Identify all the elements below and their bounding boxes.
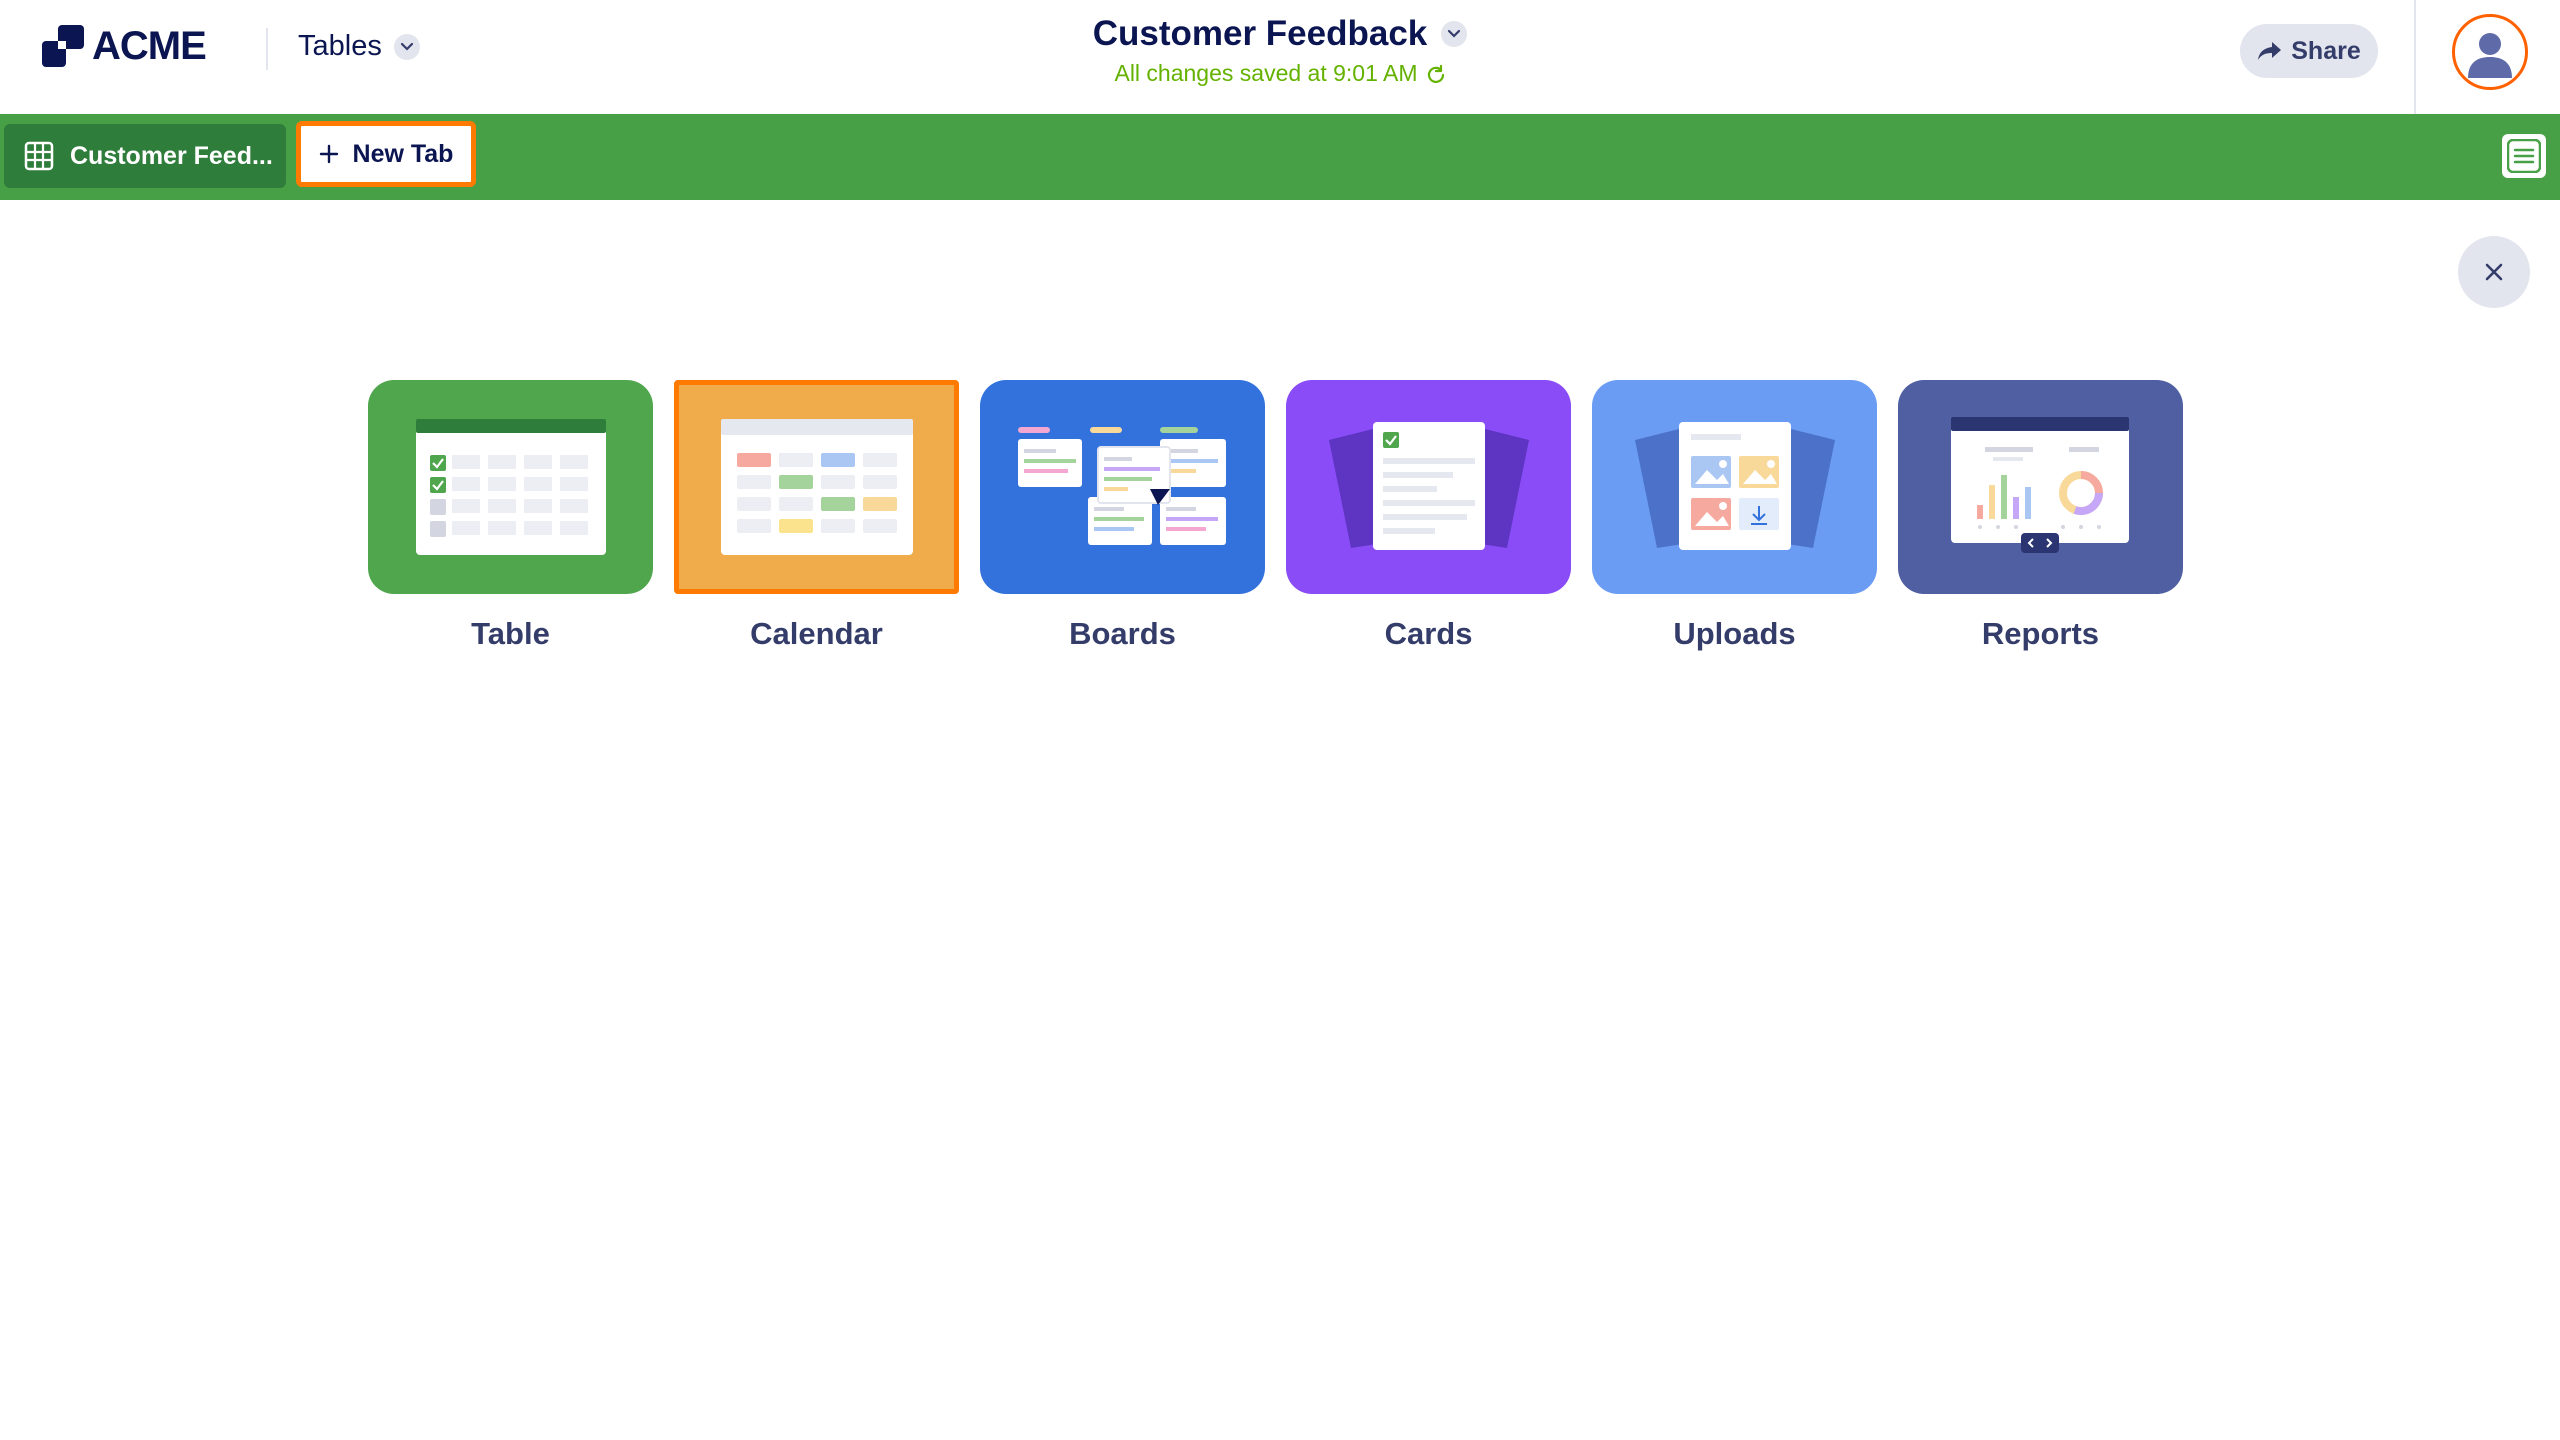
option-label: Table <box>471 616 550 651</box>
option-table[interactable]: Table <box>368 380 653 652</box>
plus-icon <box>319 144 338 164</box>
new-tab-button[interactable]: New Tab <box>296 121 476 187</box>
save-status-text: All changes saved at 9:01 AM <box>1114 60 1418 86</box>
chevron-down-icon <box>393 33 420 60</box>
title-chevron-down-icon[interactable] <box>1441 21 1468 47</box>
document-title[interactable]: Customer Feedback <box>1093 14 1428 54</box>
reports-icon <box>1950 417 2129 553</box>
product-label: Tables <box>298 30 382 62</box>
refresh-icon <box>1427 64 1444 83</box>
share-button[interactable]: Share <box>2240 24 2378 78</box>
acme-logo[interactable]: ACME <box>40 22 207 70</box>
acme-logo-icon <box>40 23 86 69</box>
boards-icon <box>1017 427 1226 545</box>
option-label: Cards <box>1384 616 1473 651</box>
grid-icon <box>24 141 54 171</box>
user-avatar[interactable] <box>2452 14 2528 90</box>
user-icon <box>2468 33 2512 78</box>
option-label: Boards <box>1069 616 1176 651</box>
option-boards[interactable]: Boards <box>980 380 1265 652</box>
tab-bar: Customer Feed... New Tab <box>0 114 2560 200</box>
view-type-options: Table Calendar Boards Cards Uploads Repo… <box>368 380 2183 652</box>
menu-button[interactable] <box>2502 134 2546 178</box>
table-icon <box>415 419 606 555</box>
cards-icon <box>1328 422 1529 550</box>
document-title-block: Customer Feedback All changes saved at 9… <box>1000 14 1560 87</box>
tab-label: Customer Feed... <box>70 141 273 170</box>
calendar-card <box>674 380 959 594</box>
uploads-card <box>1592 380 1877 594</box>
close-button[interactable] <box>2458 236 2530 308</box>
boards-card <box>980 380 1265 594</box>
header-divider <box>266 28 268 70</box>
option-cards[interactable]: Cards <box>1286 380 1571 652</box>
share-label: Share <box>2291 36 2361 65</box>
save-status: All changes saved at 9:01 AM <box>1000 60 1560 87</box>
option-label: Uploads <box>1673 616 1796 651</box>
option-label: Calendar <box>750 616 883 651</box>
close-icon <box>2485 263 2503 281</box>
tab-customer-feedback[interactable]: Customer Feed... <box>4 124 286 188</box>
option-label: Reports <box>1981 616 2100 651</box>
share-icon <box>2258 42 2282 60</box>
brand-name: ACME <box>92 23 207 68</box>
table-card <box>368 380 653 594</box>
product-switcher[interactable]: Tables <box>298 30 420 63</box>
option-uploads[interactable]: Uploads <box>1592 380 1877 652</box>
option-calendar[interactable]: Calendar <box>674 380 959 652</box>
top-header: ACME Tables Customer Feedback All change… <box>0 0 2560 114</box>
calendar-icon <box>720 419 913 555</box>
cards-card <box>1286 380 1571 594</box>
hamburger-icon <box>2507 139 2541 173</box>
reports-card <box>1898 380 2183 594</box>
option-reports[interactable]: Reports <box>1898 380 2183 652</box>
app-root: ACME Tables Customer Feedback All change… <box>0 0 2560 1440</box>
header-divider-right <box>2414 0 2416 114</box>
new-tab-label: New Tab <box>352 139 454 168</box>
uploads-icon <box>1634 422 1835 550</box>
